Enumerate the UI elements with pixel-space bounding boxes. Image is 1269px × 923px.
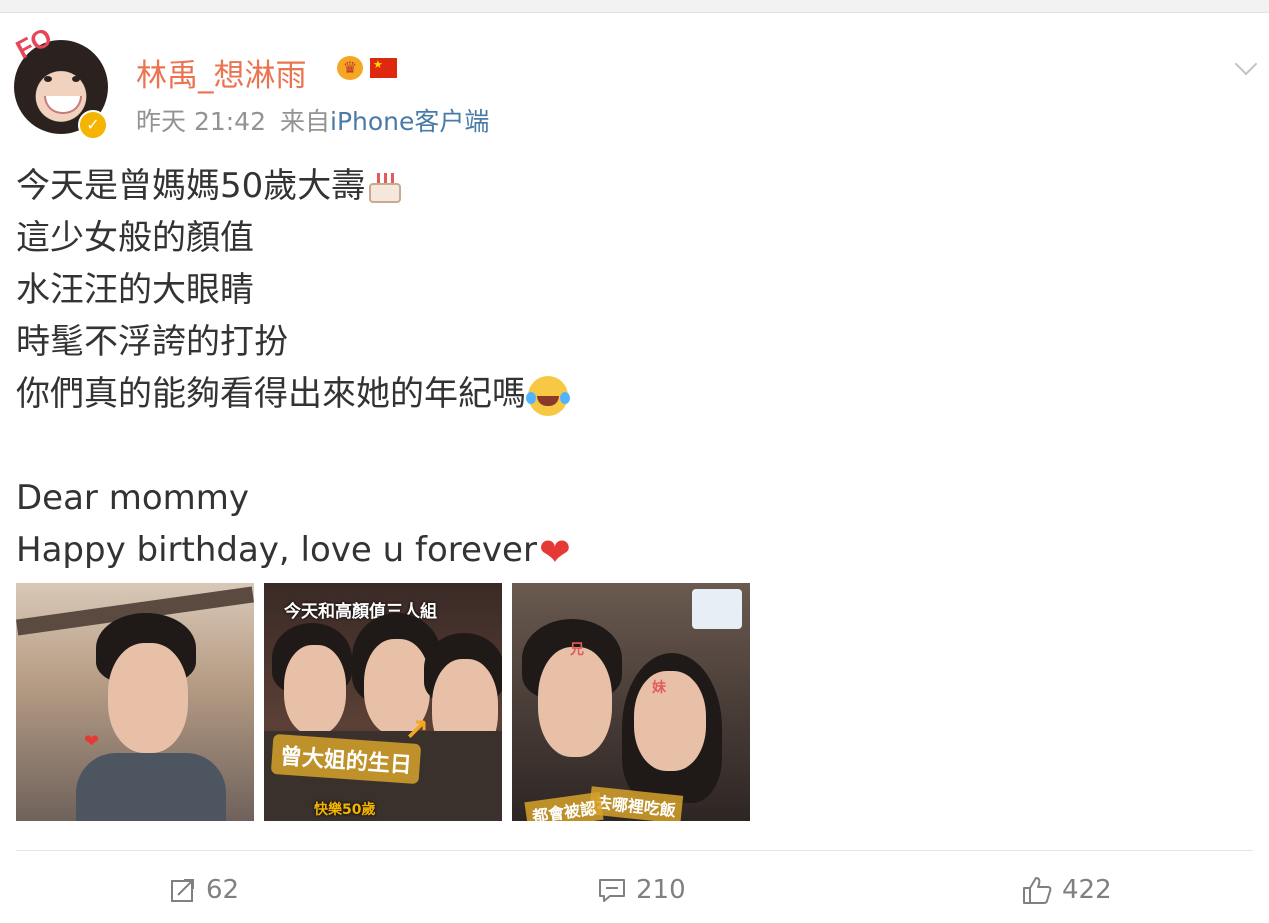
verified-badge-icon: ✓ [78,110,108,140]
like-icon [1023,877,1052,904]
china-flag-icon: ★ [370,58,397,78]
username[interactable]: 林禹_想淋雨 [136,50,307,95]
post-line: 你們真的能夠看得出來她的年紀嗎 [16,368,571,420]
avatar-eye [44,76,52,82]
post-line: Dear mommy [16,478,250,518]
person-face [284,645,346,735]
post-time[interactable]: 昨天 21:42 [136,107,266,136]
post-line-text: 你們真的能夠看得出來她的年紀嗎 [16,374,526,414]
photo-caption: 都會被認 [524,791,604,821]
person-jacket [76,753,226,821]
like-count: 422 [1062,875,1112,905]
post-image-2[interactable]: 今天和高顏值三人組 曾大姐的生日 ↗ 快樂50歲 [264,583,502,821]
post-line: 時髦不浮誇的打扮 [16,322,288,362]
post-line: Happy birthday, love u forever❤ [16,524,571,576]
comment-count: 210 [636,875,686,905]
repost-icon [171,879,194,902]
photo-caption: 妹 [652,680,666,696]
top-band [0,0,1269,13]
divider [16,850,1253,851]
post-image-3[interactable]: 兄 妹 去哪裡吃飯 都會被認 [512,583,750,821]
comment-icon [599,879,625,902]
post-line: 這少女般的顏值 [16,218,254,258]
sticker-card [692,589,742,629]
post-line-text: 今天是曾媽媽50歲大壽 [16,166,366,206]
source-link[interactable]: iPhone客户端 [330,107,489,136]
red-heart-emoji: ❤ [538,529,571,574]
person-face [634,671,706,771]
heart-sticker: ❤ [84,731,100,752]
person-face [538,647,612,757]
post-meta: 昨天 21:42 来自iPhone客户端 [136,102,489,138]
post-line: 今天是曾媽媽50歲大壽 [16,160,571,212]
comment-button[interactable]: 210 [598,872,686,908]
repost-button[interactable]: 62 [170,872,239,908]
tears-of-joy-emoji [526,375,570,416]
post-image-1[interactable]: ❤ [16,583,254,821]
person-face [108,643,188,753]
post-line: 水汪汪的大眼睛 [16,270,254,310]
birthday-cake-emoji [367,171,403,205]
crown-badge-icon[interactable]: ♛ [337,56,363,80]
photo-caption: 兄 [570,642,584,658]
source-prefix: 来自 [280,107,331,136]
repost-count: 62 [206,875,240,905]
chevron-down-icon[interactable] [1234,52,1258,76]
post-line-text: Happy birthday, love u forever [16,530,537,570]
avatar-eye [72,76,80,82]
photo-caption: 快樂50歲 [314,802,376,818]
post-content: 今天是曾媽媽50歲大壽 這少女般的顏值 水汪汪的大眼睛 時髦不浮誇的打扮 你們真… [16,160,571,576]
arrow-sticker: ↗ [404,713,430,748]
avatar-smile [44,96,82,114]
like-button[interactable]: 422 [1022,872,1112,908]
